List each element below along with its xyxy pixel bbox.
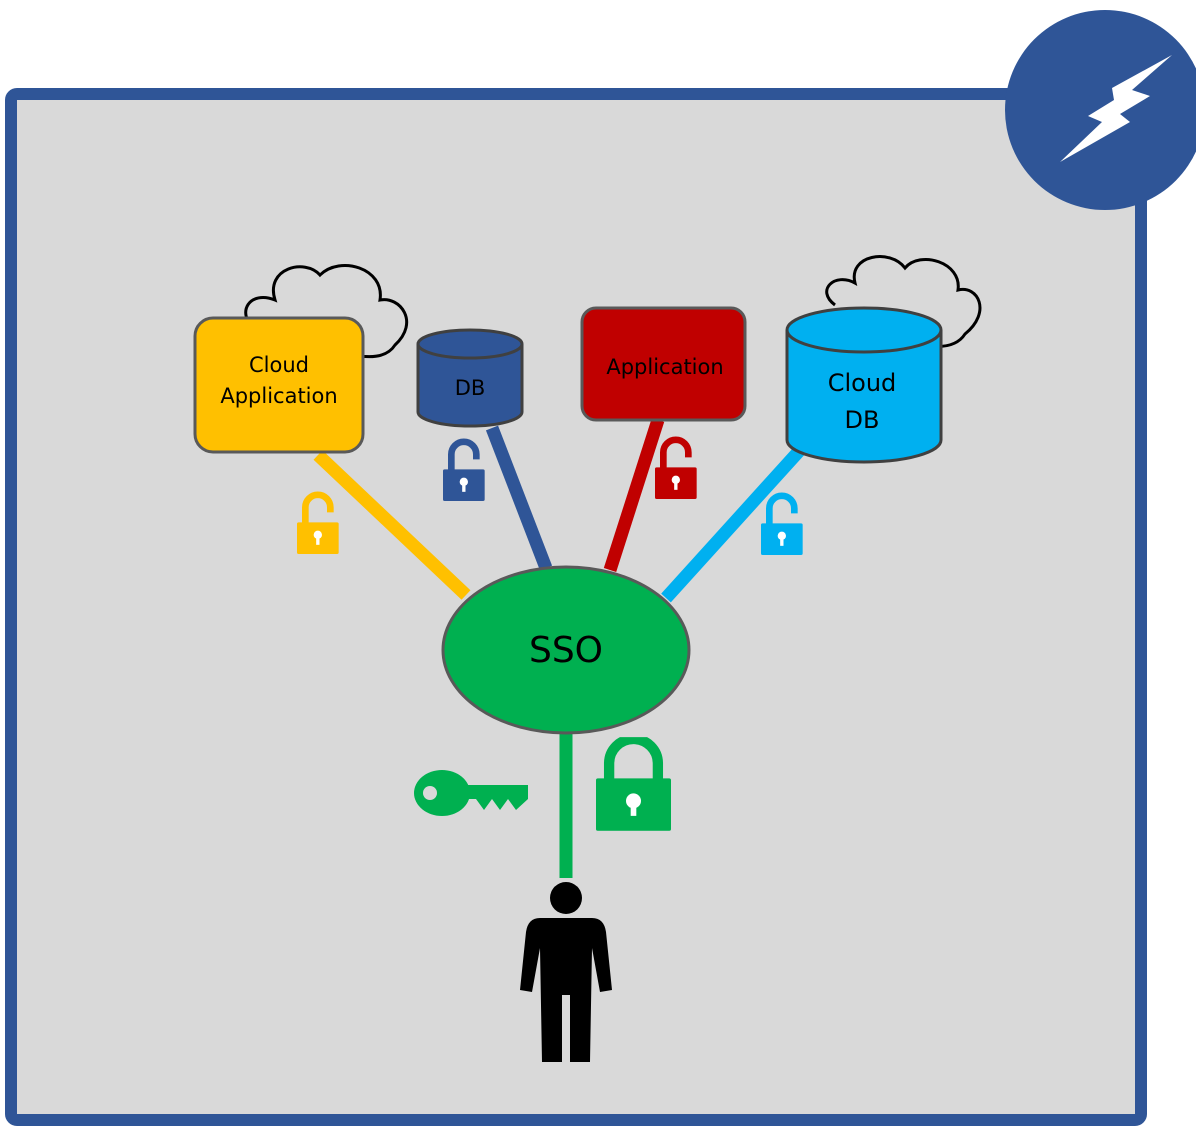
node-cloud-db-line2: DB bbox=[845, 406, 880, 434]
badge bbox=[1005, 10, 1196, 210]
node-cloud-application-line2: Application bbox=[220, 384, 337, 408]
node-cloud-application-line1: Cloud bbox=[249, 353, 309, 377]
node-cloud-application: Cloud Application bbox=[193, 316, 365, 454]
node-application-label: Application bbox=[606, 355, 723, 379]
node-sso-label: SSO bbox=[529, 630, 603, 671]
node-application: Application bbox=[580, 306, 747, 422]
node-cloud-db: Cloud DB bbox=[785, 306, 943, 464]
node-sso: SSO bbox=[441, 565, 691, 735]
node-db-label: DB bbox=[455, 376, 486, 400]
node-db: DB bbox=[416, 328, 524, 428]
node-cloud-db-line1: Cloud bbox=[828, 369, 897, 397]
sso-diagram: Cloud Application DB Application Cloud D… bbox=[5, 10, 1196, 1126]
